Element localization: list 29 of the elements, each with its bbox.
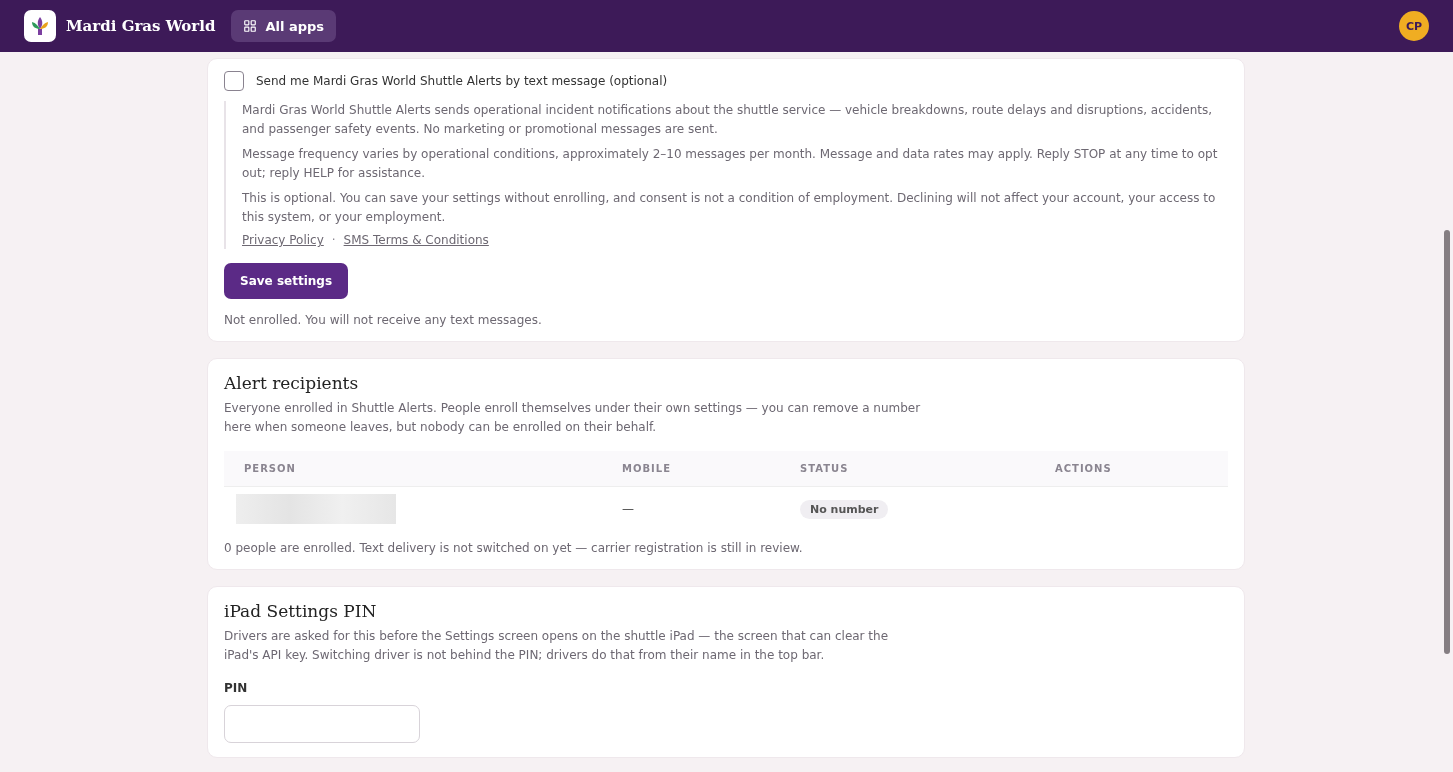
checkbox-label: Send me Mardi Gras World Shuttle Alerts by text message (optional) bbox=[256, 74, 668, 88]
field-label: PIN bbox=[224, 681, 249, 695]
column-header: STATUS bbox=[780, 451, 1035, 487]
section-title: Alert recipients bbox=[224, 373, 360, 393]
scrollbar[interactable] bbox=[1444, 230, 1450, 654]
policy-link[interactable]: Privacy Policy bbox=[242, 233, 324, 247]
pin-input-field[interactable] bbox=[224, 705, 420, 743]
sms-checkbox[interactable] bbox=[224, 71, 244, 91]
brand-name: Mardi Gras World bbox=[66, 17, 216, 35]
section-description: Drivers are asked for this before the Settings screen opens on the shuttle iPad — the screen that can clear the iPad's API key. Switching driver is not behind the PIN; drivers do that from their name in the top bar. bbox=[224, 628, 890, 664]
save-settings-button[interactable]: Save settings bbox=[224, 263, 349, 299]
all-apps-button[interactable]: All apps bbox=[231, 10, 337, 42]
enrollment-summary: 0 people are enrolled. Text delivery is not switched on yet — carrier registration is still in review. bbox=[224, 541, 804, 555]
consent-paragraph: Mardi Gras World Shuttle Alerts sends operational incident notifications about the shuttle service — vehicle breakdowns, route delays and disruptions, accidents, and passenger safety events. No marketing or promotional messages are sent. bbox=[242, 102, 1214, 138]
section-title: iPad Settings PIN bbox=[224, 601, 378, 621]
policy-link[interactable]: SMS Terms & Conditions bbox=[343, 233, 489, 247]
user-avatar[interactable]: CP bbox=[1399, 11, 1429, 41]
column-header: PERSON bbox=[224, 451, 602, 487]
grid-icon bbox=[243, 19, 258, 33]
enrollment-status: Not enrolled. You will not receive any text messages. bbox=[224, 313, 543, 327]
consent-paragraph: This is optional. You can save your settings without enrolling, and consent is not a condition of employment. Declining will not affect your account, your access to this system, or your employment. bbox=[242, 190, 1217, 226]
link-separator: · bbox=[331, 233, 336, 247]
table-cell-text: — bbox=[621, 501, 635, 518]
column-header: MOBILE bbox=[602, 451, 780, 487]
logo-icon bbox=[24, 10, 56, 42]
column-header: ACTIONS bbox=[1035, 451, 1228, 487]
status-badge: No number bbox=[800, 499, 889, 519]
consent-paragraph: Message frequency varies by operational conditions, approximately 2–10 messages per month. Message and data rates may apply. Reply STOP at any time to opt out; reply HELP for assistance. bbox=[242, 146, 1219, 182]
section-description: Everyone enrolled in Shuttle Alerts. People enroll themselves under their own settings — you can remove a number here when someone leaves, but nobody can be enrolled on their behalf. bbox=[224, 400, 922, 436]
